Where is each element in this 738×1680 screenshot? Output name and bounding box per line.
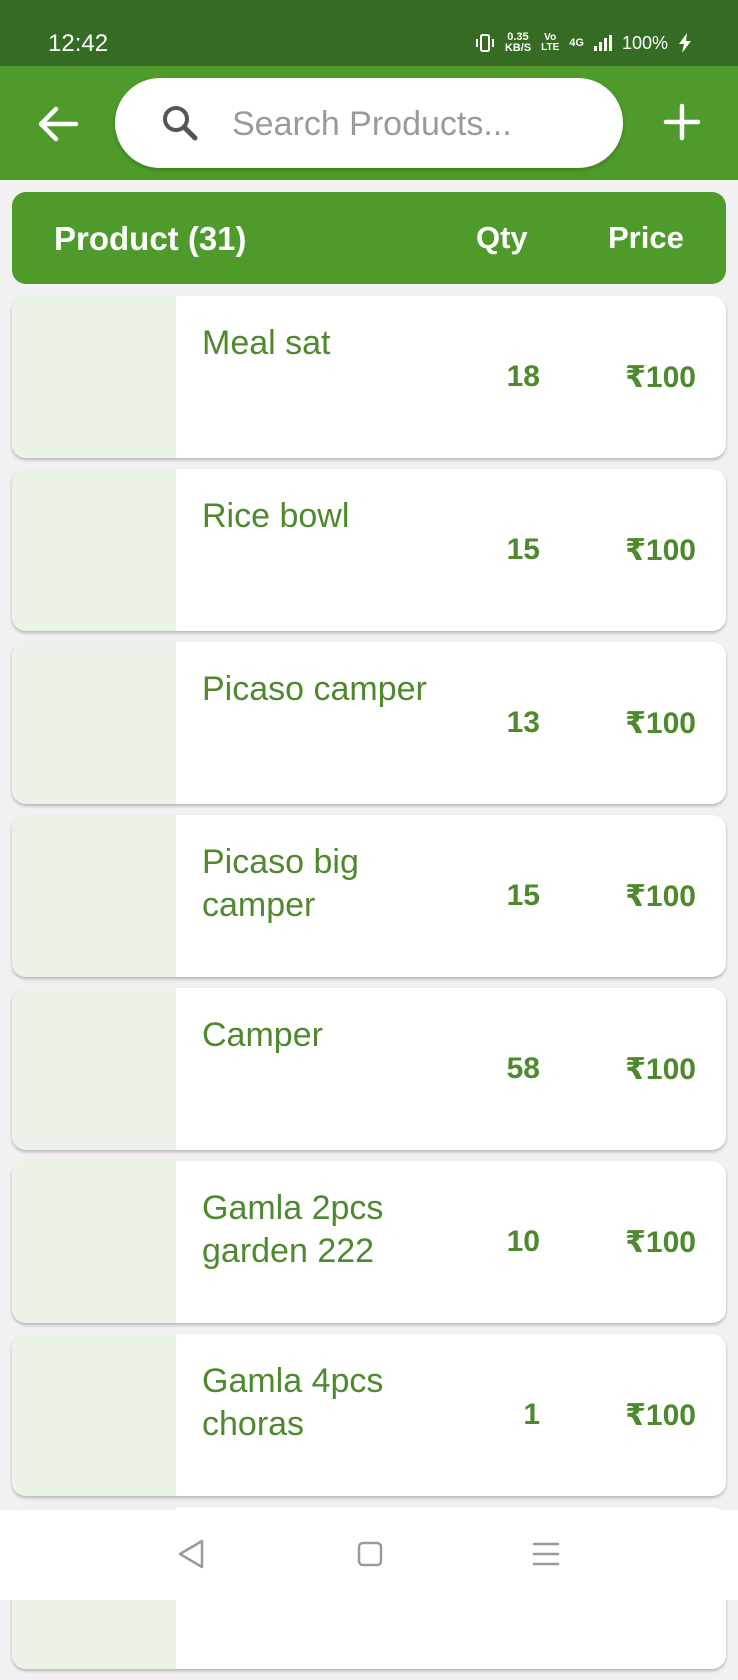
list-header: Product (31) Qty Price xyxy=(12,192,726,284)
product-thumbnail xyxy=(12,296,176,458)
product-name: Picaso camper xyxy=(202,670,427,708)
status-bar: 12:42 0.35 KB/S Vo LTE 4G 100% xyxy=(0,0,738,66)
system-nav-bar xyxy=(0,1510,738,1600)
product-qty: 18 xyxy=(506,360,540,393)
product-thumbnail xyxy=(12,642,176,804)
signal-icon xyxy=(593,35,612,51)
product-price: ₹100 xyxy=(625,534,696,567)
product-thumbnail xyxy=(12,815,176,977)
product-thumbnail xyxy=(12,469,176,631)
product-qty: 1 xyxy=(523,1398,540,1431)
product-column-header: Product (31) xyxy=(54,220,247,257)
product-card[interactable]: Gamla 2pcs garden 222 10 ₹100 xyxy=(12,1161,726,1323)
square-home-icon[interactable] xyxy=(356,1540,384,1568)
product-price: ₹100 xyxy=(625,707,696,740)
product-card[interactable]: Gamla 4pcs choras 1 ₹100 xyxy=(12,1334,726,1496)
network-type: 4G xyxy=(569,37,584,49)
network-speed: 0.35 KB/S xyxy=(505,32,531,54)
product-name: Meal sat xyxy=(202,324,331,362)
app-bar xyxy=(0,66,738,180)
product-price: ₹100 xyxy=(625,361,696,394)
product-name: Picaso big camper xyxy=(202,843,359,924)
product-price: ₹100 xyxy=(625,1053,696,1086)
product-name: Rice bowl xyxy=(202,497,350,535)
product-thumbnail xyxy=(12,988,176,1150)
product-qty: 58 xyxy=(506,1052,540,1085)
product-name: Camper xyxy=(202,1016,323,1054)
menu-lines-icon[interactable] xyxy=(532,1541,560,1567)
status-icons: 0.35 KB/S Vo LTE 4G 100% xyxy=(475,32,692,54)
plus-icon[interactable] xyxy=(660,100,704,144)
product-list: Meal sat 18 ₹100 Rice bowl 15 ₹100 Picas… xyxy=(12,296,726,1680)
volte-indicator: Vo LTE xyxy=(541,33,559,53)
vibrate-icon xyxy=(475,34,494,52)
product-name: Gamla 4pcs choras xyxy=(202,1362,384,1443)
battery-level: 100% xyxy=(621,32,668,53)
qty-column-header: Qty xyxy=(476,220,528,255)
triangle-back-icon[interactable] xyxy=(176,1538,206,1570)
network-speed-unit: KB/S xyxy=(504,42,532,54)
product-name: Gamla 2pcs garden 222 xyxy=(202,1189,384,1270)
product-qty: 15 xyxy=(506,879,540,912)
price-column-header: Price xyxy=(608,220,684,255)
product-thumbnail xyxy=(12,1334,176,1496)
product-qty: 13 xyxy=(506,706,540,739)
volte-bottom: LTE xyxy=(541,42,560,53)
product-price: ₹100 xyxy=(625,1226,696,1259)
product-qty: 10 xyxy=(506,1225,540,1258)
product-card[interactable]: Picaso big camper 15 ₹100 xyxy=(12,815,726,977)
product-card[interactable]: Meal sat 18 ₹100 xyxy=(12,296,726,458)
search-box[interactable] xyxy=(115,78,623,168)
product-card[interactable]: Camper 58 ₹100 xyxy=(12,988,726,1150)
product-price: ₹100 xyxy=(625,880,696,913)
arrow-left-icon[interactable] xyxy=(36,102,80,146)
search-icon xyxy=(163,106,198,141)
product-thumbnail xyxy=(12,1161,176,1323)
product-card[interactable]: Rice bowl 15 ₹100 xyxy=(12,469,726,631)
status-time: 12:42 xyxy=(48,30,109,57)
product-qty: 15 xyxy=(506,533,540,566)
search-input[interactable] xyxy=(230,100,604,148)
product-price: ₹100 xyxy=(625,1399,696,1432)
charging-icon xyxy=(679,33,691,53)
product-card[interactable]: Picaso camper 13 ₹100 xyxy=(12,642,726,804)
